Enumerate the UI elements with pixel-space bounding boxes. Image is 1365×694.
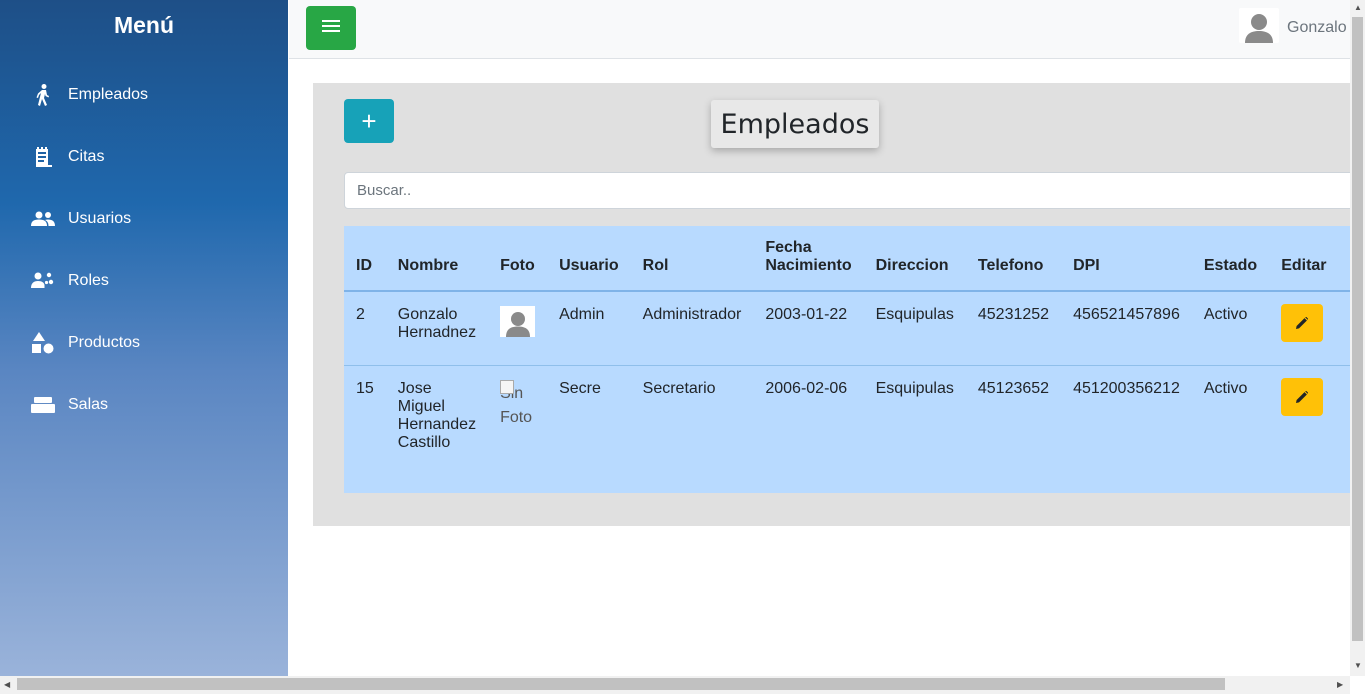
scroll-down-arrow-icon[interactable]: ▼ [1354,661,1362,670]
cell-rol: Secretario [630,365,754,485]
col-header-usuario: Usuario [547,226,631,292]
users-icon [30,207,56,231]
user-avatar[interactable] [1239,8,1279,43]
employee-photo [500,306,536,337]
hamburger-icon [322,19,340,38]
cell-usuario: Secre [547,365,631,485]
col-header-rol: Rol [630,226,754,292]
cell-eliminar [1338,290,1350,366]
sidebar-item-label: Roles [68,272,109,289]
pencil-icon [1296,317,1309,329]
cell-rol: Administrador [630,290,754,366]
cell-id: 15 [344,365,386,485]
cell-nombre: Gonzalo Hernadnez [385,290,489,366]
cell-eliminar [1338,365,1350,485]
scroll-up-arrow-icon[interactable]: ▲ [1354,3,1362,12]
sidebar: Menú Empleados Citas Usuarios Roles Prod… [0,0,288,676]
sidebar-item-label: Usuarios [68,210,132,227]
users-cog-icon [30,269,56,293]
cell-estado: Activo [1191,290,1270,366]
col-header-foto: Foto [488,226,548,292]
table-row: 15 Jose Miguel Hernandez Castillo Sin Fo… [344,365,1350,485]
sidebar-item-citas[interactable]: Citas [30,140,104,174]
sidebar-item-empleados[interactable]: Empleados [30,78,148,112]
notepad-icon [30,145,56,169]
add-employee-button[interactable]: + [344,99,394,143]
col-header-id: ID [344,226,386,292]
top-navbar: Gonzalo [289,0,1350,59]
scroll-left-arrow-icon[interactable]: ◀ [4,680,10,689]
sidebar-item-label: Salas [68,396,109,413]
cell-fecha: 2003-01-22 [753,290,864,366]
cell-id: 2 [344,290,386,366]
employees-table-container: ID Nombre Foto Usuario Rol Fecha Nacimie… [344,226,1350,493]
cell-estado: Activo [1191,365,1270,485]
horizontal-scrollbar[interactable]: ◀ ▶ [0,676,1350,694]
broken-photo: Sin Foto [500,380,535,430]
sidebar-item-label: Productos [68,334,141,351]
cell-dpi: 451200356212 [1061,365,1192,485]
edit-button[interactable] [1281,304,1324,342]
scroll-right-arrow-icon[interactable]: ▶ [1337,680,1343,689]
cell-nombre: Jose Miguel Hernandez Castillo [385,365,489,485]
pencil-icon [1296,391,1309,403]
col-header-fecha-nacimiento: Fecha Nacimiento [753,226,864,292]
user-silhouette-icon [1245,14,1273,43]
sidebar-item-label: Empleados [68,86,149,103]
cell-direccion: Esquipulas [863,365,966,485]
table-row: 2 Gonzalo Hernadnez Admin Administrador … [344,290,1350,366]
col-header-eliminar: E [1338,226,1350,292]
cell-fecha: 2006-02-06 [753,365,864,485]
printer-icon [30,393,56,417]
user-name[interactable]: Gonzalo [1287,19,1347,37]
employees-panel: + Empleados ID Nombre Foto Usuario Rol F… [313,83,1365,526]
toggle-menu-button[interactable] [306,6,356,50]
cell-direccion: Esquipulas [863,290,966,366]
cell-foto [488,290,548,366]
col-header-nombre: Nombre [385,226,489,292]
sidebar-item-salas[interactable]: Salas [30,388,108,422]
employees-table: ID Nombre Foto Usuario Rol Fecha Nacimie… [344,226,1350,485]
broken-image-icon [500,380,515,394]
table-header-row: ID Nombre Foto Usuario Rol Fecha Nacimie… [344,226,1350,292]
cell-dpi: 456521457896 [1061,290,1192,366]
cell-telefono: 45123652 [965,365,1062,485]
walking-person-icon [30,83,56,107]
vertical-scrollbar[interactable]: ▲ ▼ [1350,0,1365,676]
page-title: Empleados [711,100,879,148]
sidebar-item-label: Citas [68,148,105,165]
cell-editar [1269,290,1339,366]
sidebar-item-roles[interactable]: Roles [30,264,109,298]
col-header-dpi: DPI [1061,226,1192,292]
sidebar-title: Menú [113,12,175,38]
cell-foto: Sin Foto [488,365,548,485]
horizontal-scroll-thumb[interactable] [17,678,1225,690]
vertical-scroll-thumb[interactable] [1352,17,1363,641]
cell-editar [1269,365,1339,485]
col-header-telefono: Telefono [965,226,1062,292]
cell-telefono: 45231252 [965,290,1062,366]
search-input[interactable] [344,172,1365,209]
sidebar-item-usuarios[interactable]: Usuarios [30,202,131,236]
col-header-direccion: Direccion [863,226,966,292]
col-header-estado: Estado [1191,226,1270,292]
edit-button[interactable] [1281,378,1324,416]
cell-usuario: Admin [547,290,631,366]
sidebar-item-productos[interactable]: Productos [30,326,140,360]
shapes-icon [30,331,56,355]
col-header-editar: Editar [1269,226,1339,292]
user-silhouette-icon [505,312,530,337]
